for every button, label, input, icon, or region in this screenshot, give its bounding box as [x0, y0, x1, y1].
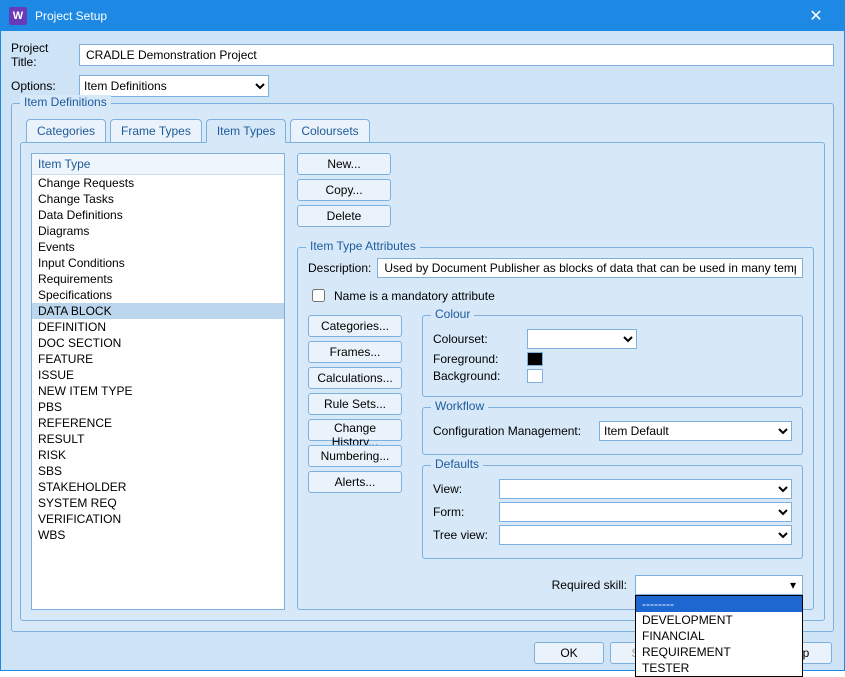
list-item[interactable]: WBS [32, 527, 284, 543]
description-row: Description: [308, 258, 803, 278]
workflow-group: Workflow Configuration Management: Item … [422, 407, 803, 455]
default-view-label: View: [433, 482, 493, 496]
name-mandatory-label: Name is a mandatory attribute [334, 289, 495, 303]
config-mgmt-label: Configuration Management: [433, 424, 593, 438]
colour-group: Colour Colourset: Foreground: [422, 315, 803, 397]
list-item[interactable]: ISSUE [32, 367, 284, 383]
name-mandatory-row: Name is a mandatory attribute [308, 286, 803, 305]
item-type-list[interactable]: Item Type Change RequestsChange TasksDat… [31, 153, 285, 610]
calculations-button[interactable]: Calculations... [308, 367, 402, 389]
app-icon: W [9, 7, 27, 25]
config-mgmt-select[interactable]: Item Default [599, 421, 792, 441]
titlebar: W Project Setup ✕ [1, 1, 844, 31]
defaults-legend: Defaults [431, 457, 483, 471]
default-view-select[interactable] [499, 479, 792, 499]
required-skill-combo[interactable]: ▾ [635, 575, 803, 595]
description-label: Description: [308, 261, 371, 275]
list-item[interactable]: Specifications [32, 287, 284, 303]
list-item[interactable]: DEFINITION [32, 319, 284, 335]
tab-categories[interactable]: Categories [26, 119, 106, 143]
attributes-legend: Item Type Attributes [306, 239, 420, 253]
list-item[interactable]: DATA BLOCK [32, 303, 284, 319]
list-item[interactable]: VERIFICATION [32, 511, 284, 527]
list-item[interactable]: Diagrams [32, 223, 284, 239]
project-title-input[interactable] [79, 44, 834, 66]
dropdown-option[interactable]: REQUIREMENT [636, 644, 802, 660]
list-item[interactable]: RESULT [32, 431, 284, 447]
item-definitions-group: Item Definitions Categories Frame Types … [11, 103, 834, 632]
dropdown-option[interactable]: FINANCIAL [636, 628, 802, 644]
window-title: Project Setup [35, 9, 796, 23]
tab-coloursets[interactable]: Coloursets [290, 119, 369, 143]
dropdown-option[interactable]: -------- [636, 596, 802, 612]
default-form-select[interactable] [499, 502, 792, 522]
tabstrip: Categories Frame Types Item Types Colour… [26, 118, 825, 142]
defaults-group: Defaults View: Form: [422, 465, 803, 559]
list-item[interactable]: Input Conditions [32, 255, 284, 271]
chevron-down-icon: ▾ [786, 578, 800, 592]
attribute-buttons-column: Categories... Frames... Calculations... … [308, 315, 402, 595]
workflow-legend: Workflow [431, 399, 488, 413]
project-title-row: Project Title: [11, 41, 834, 69]
item-type-crud-buttons: New... Copy... Delete [297, 153, 391, 227]
colourset-select[interactable] [527, 329, 637, 349]
colour-legend: Colour [431, 307, 474, 321]
item-type-list-header: Item Type [32, 154, 284, 175]
list-item[interactable]: RISK [32, 447, 284, 463]
client-area: Project Title: Options: Item Definitions… [1, 31, 844, 670]
rule-sets-button[interactable]: Rule Sets... [308, 393, 402, 415]
alerts-button[interactable]: Alerts... [308, 471, 402, 493]
dropdown-option[interactable]: TESTER [636, 660, 802, 676]
options-row: Options: Item Definitions [11, 75, 834, 97]
required-skill-row: Required skill: ▾ --------DEVELOPMENTFIN… [422, 575, 803, 595]
options-label: Options: [11, 79, 73, 93]
copy-button[interactable]: Copy... [297, 179, 391, 201]
item-type-attributes-group: Item Type Attributes Description: Name i… [297, 247, 814, 610]
list-item[interactable]: Requirements [32, 271, 284, 287]
name-mandatory-checkbox[interactable] [312, 289, 325, 302]
list-item[interactable]: Change Tasks [32, 191, 284, 207]
list-item[interactable]: STAKEHOLDER [32, 479, 284, 495]
list-item[interactable]: Events [32, 239, 284, 255]
frames-button[interactable]: Frames... [308, 341, 402, 363]
required-skill-label: Required skill: [552, 578, 627, 592]
foreground-swatch[interactable] [527, 352, 543, 366]
list-item[interactable]: Data Definitions [32, 207, 284, 223]
ok-button[interactable]: OK [534, 642, 604, 664]
options-select[interactable]: Item Definitions [79, 75, 269, 97]
tab-item-types[interactable]: Item Types [206, 119, 286, 143]
background-swatch[interactable] [527, 369, 543, 383]
list-item[interactable]: REFERENCE [32, 415, 284, 431]
dropdown-option[interactable]: DEVELOPMENT [636, 612, 802, 628]
list-item[interactable]: NEW ITEM TYPE [32, 383, 284, 399]
default-tree-select[interactable] [499, 525, 792, 545]
project-title-label: Project Title: [11, 41, 73, 69]
description-input[interactable] [377, 258, 803, 278]
categories-button[interactable]: Categories... [308, 315, 402, 337]
background-label: Background: [433, 369, 521, 383]
list-item[interactable]: SBS [32, 463, 284, 479]
item-definitions-legend: Item Definitions [20, 95, 111, 109]
tab-content: Item Type Change RequestsChange TasksDat… [20, 142, 825, 621]
list-item[interactable]: DOC SECTION [32, 335, 284, 351]
project-setup-window: W Project Setup ✕ Project Title: Options… [0, 0, 845, 671]
list-item[interactable]: FEATURE [32, 351, 284, 367]
list-item[interactable]: Change Requests [32, 175, 284, 191]
close-icon[interactable]: ✕ [796, 6, 836, 26]
list-item[interactable]: SYSTEM REQ [32, 495, 284, 511]
list-item[interactable]: PBS [32, 399, 284, 415]
delete-button[interactable]: Delete [297, 205, 391, 227]
required-skill-dropdown[interactable]: --------DEVELOPMENTFINANCIALREQUIREMENTT… [635, 595, 803, 677]
colourset-label: Colourset: [433, 332, 521, 346]
foreground-label: Foreground: [433, 352, 521, 366]
new-button[interactable]: New... [297, 153, 391, 175]
change-history-button[interactable]: Change History... [308, 419, 402, 441]
tab-frame-types[interactable]: Frame Types [110, 119, 202, 143]
numbering-button[interactable]: Numbering... [308, 445, 402, 467]
default-form-label: Form: [433, 505, 493, 519]
default-tree-label: Tree view: [433, 528, 493, 542]
